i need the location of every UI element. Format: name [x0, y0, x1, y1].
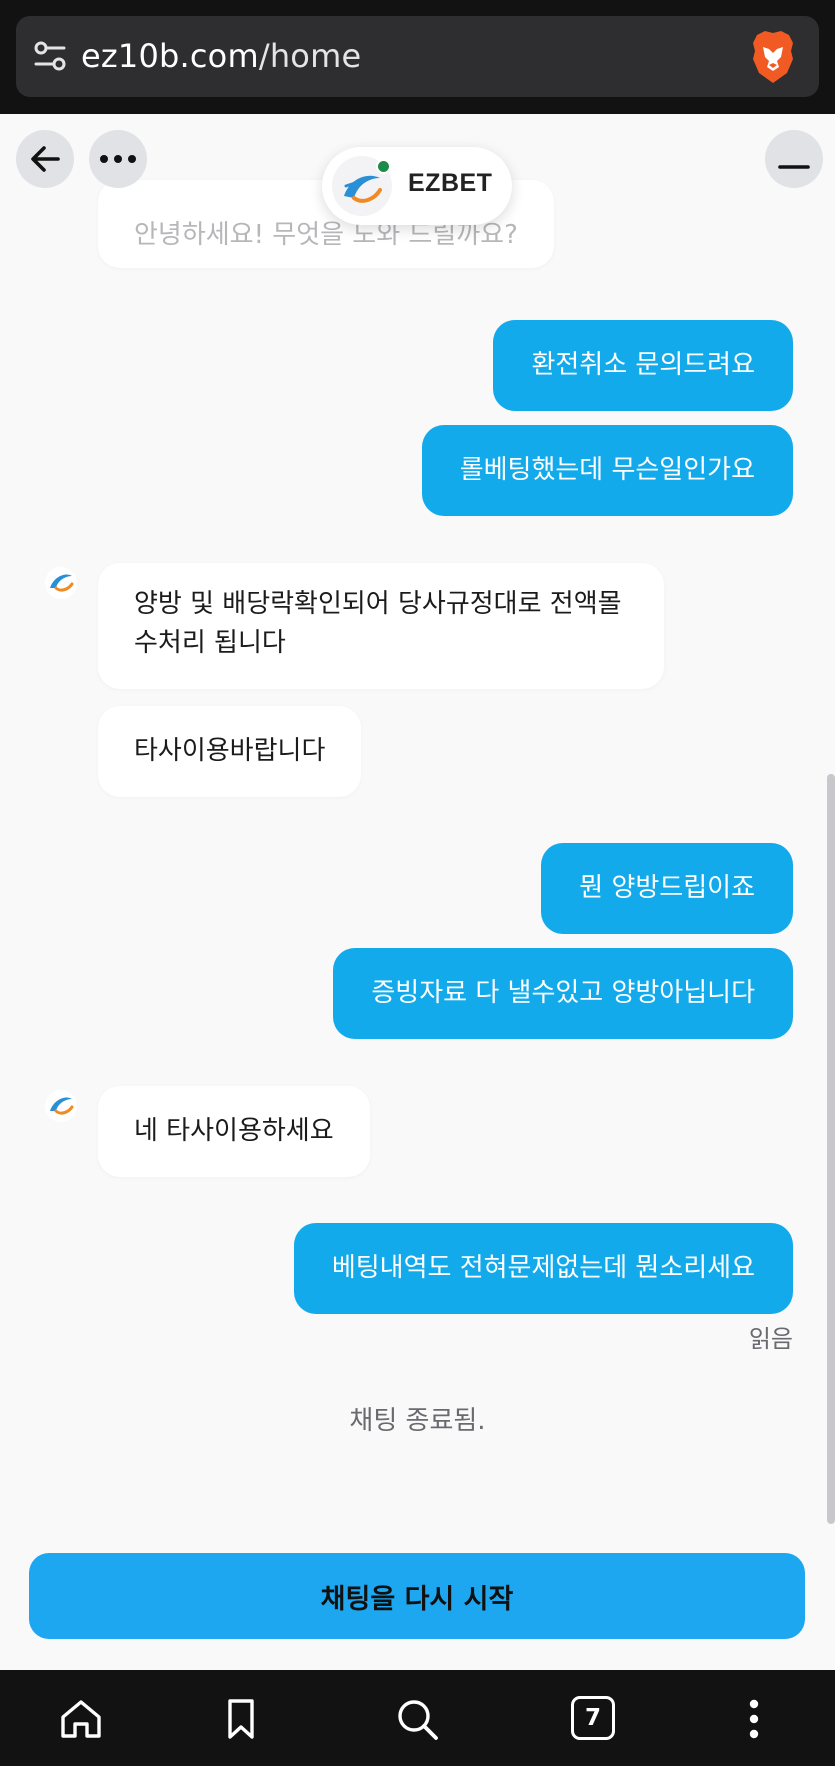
more-horizontal-icon — [100, 155, 136, 163]
message-text: 환전취소 문의드려요 — [531, 350, 755, 380]
minimize-icon — [778, 165, 810, 169]
message-text: 베팅내역도 전혀문제없는데 뭔소리세요 — [331, 1253, 755, 1283]
browser-bottom-nav: 7 — [0, 1670, 835, 1766]
minimize-button[interactable] — [765, 130, 823, 188]
agent-message: 타사이용바랍니다 — [98, 706, 362, 797]
brand-name: EZBET — [408, 169, 493, 197]
home-icon[interactable] — [58, 1696, 104, 1742]
restart-chat-button[interactable]: 채팅을 다시 시작 — [29, 1553, 805, 1639]
user-message: 증빙자료 다 낼수있고 양방아닙니다 — [333, 948, 793, 1039]
agent-message: 양방 및 배당락확인되어 당사규정대로 전액몰 수처리 됩니다 — [98, 563, 664, 689]
agent-avatar-icon — [45, 1090, 77, 1122]
brave-shield-icon[interactable] — [749, 29, 797, 85]
user-message: 롤베팅했는데 무슨일인가요 — [421, 425, 793, 516]
message-text: 타사이용바랍니다 — [134, 736, 326, 766]
brand-header: EZBET — [322, 147, 512, 225]
back-button[interactable] — [16, 130, 74, 188]
menu-vertical-icon[interactable] — [731, 1696, 777, 1742]
more-options-button[interactable] — [89, 130, 147, 188]
chat-window: 안녕하세요! 무엇을 도와 드릴까요? 환전취소 문의드려요 롤베팅했는데 무슨… — [0, 114, 835, 1670]
browser-toolbar: ez10b.com/home — [0, 0, 835, 114]
tabs-button[interactable]: 7 — [571, 1696, 615, 1740]
url-host: ez10b.com — [81, 37, 259, 75]
search-icon[interactable] — [394, 1696, 440, 1742]
user-message: 뭔 양방드립이죠 — [541, 843, 793, 934]
user-message: 베팅내역도 전혀문제없는데 뭔소리세요 — [293, 1223, 793, 1314]
url-text[interactable]: ez10b.com/home — [81, 34, 361, 78]
message-text: 네 타사이용하세요 — [134, 1116, 334, 1146]
bookmark-icon[interactable] — [218, 1696, 264, 1742]
site-settings-icon[interactable] — [30, 36, 70, 76]
tab-count: 7 — [584, 1705, 601, 1731]
message-text: 뭔 양방드립이죠 — [579, 873, 755, 903]
agent-avatar-icon — [45, 567, 77, 599]
scrollbar[interactable] — [827, 774, 835, 1524]
chat-ended-notice: 채팅 종료됨. — [349, 1406, 486, 1436]
url-path: /home — [258, 37, 362, 75]
agent-message: 네 타사이용하세요 — [98, 1086, 370, 1177]
message-text: 증빙자료 다 낼수있고 양방아닙니다 — [371, 978, 755, 1008]
address-bar[interactable]: ez10b.com/home — [16, 16, 819, 97]
online-status-dot — [376, 159, 391, 174]
message-line: 양방 및 배당락확인되어 당사규정대로 전액몰 — [134, 589, 622, 619]
message-line: 수처리 됩니다 — [134, 628, 286, 658]
read-receipt: 읽음 — [748, 1325, 793, 1353]
user-message: 환전취소 문의드려요 — [493, 320, 793, 411]
arrow-left-icon — [31, 146, 60, 172]
message-text: 롤베팅했는데 무슨일인가요 — [459, 455, 755, 485]
